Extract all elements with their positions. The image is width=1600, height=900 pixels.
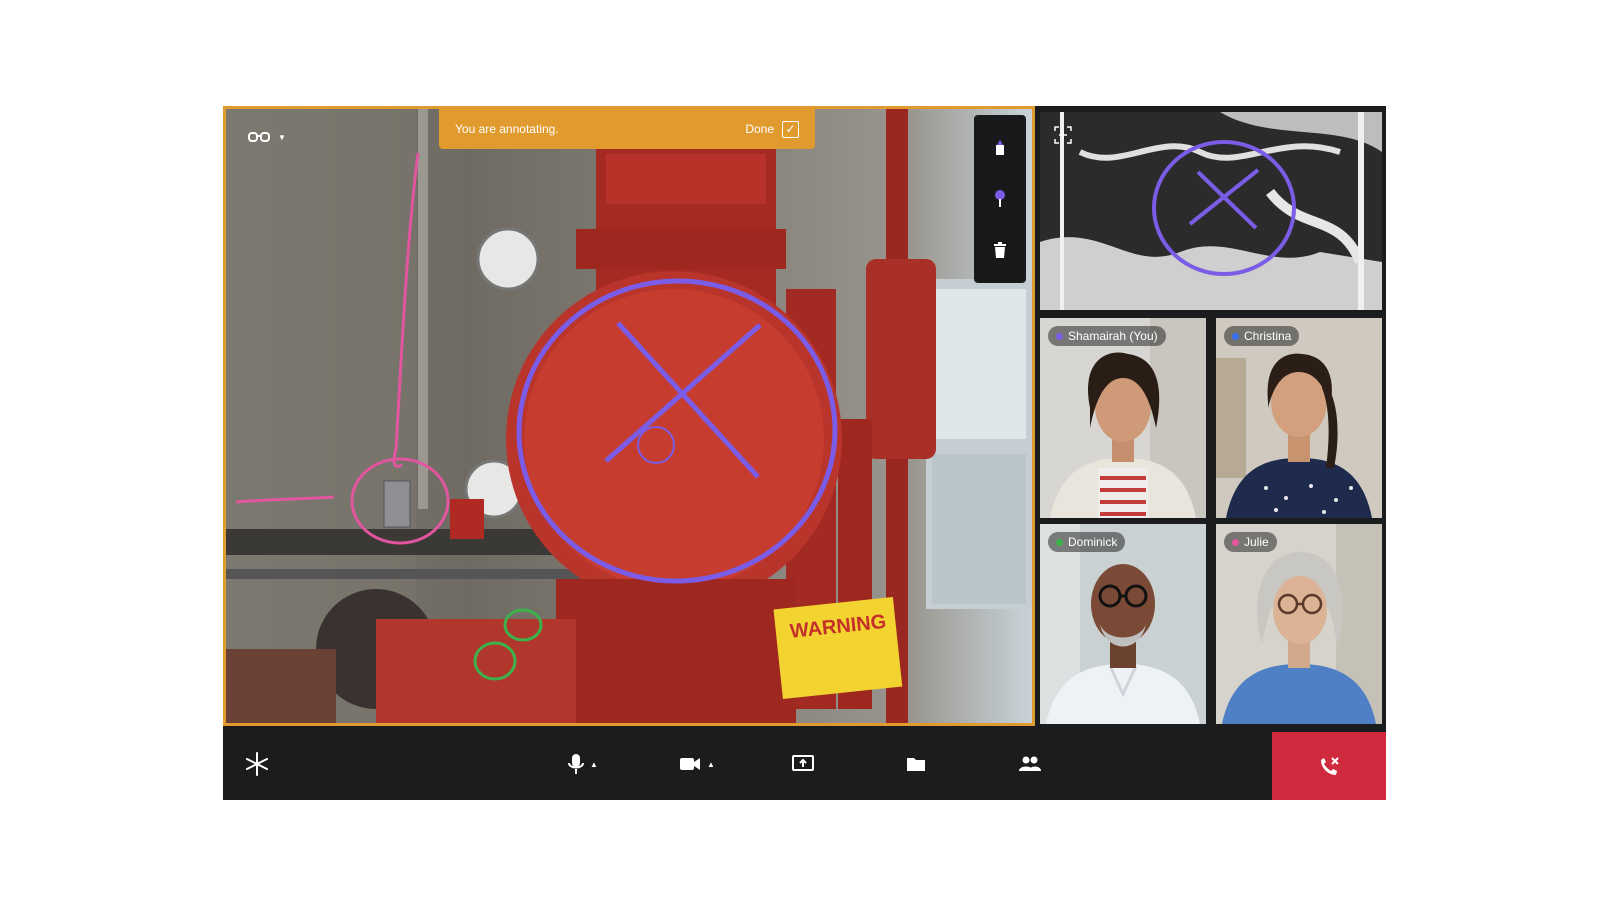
end-call-icon (1321, 757, 1339, 775)
participant-color-dot (1232, 538, 1239, 546)
participant-tile[interactable]: Shamairah (You) (1040, 318, 1206, 518)
done-label: Done (745, 122, 774, 136)
microphone-icon (568, 754, 584, 774)
annotating-message: You are annotating. (455, 122, 559, 136)
participant-name: Christina (1244, 329, 1292, 343)
participant-name: Dominick (1068, 535, 1118, 549)
pen-icon (996, 140, 1004, 156)
camera-icon (680, 758, 700, 770)
participant-color-dot (1232, 332, 1239, 340)
delete-annotation-button[interactable] (986, 236, 1014, 264)
share-screen-icon (792, 755, 814, 771)
participant-tile[interactable]: Dominick (1040, 524, 1206, 724)
main-video-feed[interactable]: WARNING You are annotating. Done ✓ ▼ (223, 106, 1035, 726)
people-icon (1019, 756, 1041, 771)
files-button[interactable] (906, 750, 926, 778)
participants-button[interactable] (1019, 750, 1041, 778)
folder-icon (907, 758, 925, 771)
annotation-preview[interactable] (1040, 112, 1382, 310)
annotation-preview-scene (1040, 112, 1382, 310)
end-call-button[interactable] (1272, 732, 1386, 800)
check-icon: ✓ (782, 120, 799, 138)
trash-icon (994, 241, 1006, 258)
video-scene: WARNING (226, 109, 1032, 723)
participant-name: Shamairah (You) (1068, 329, 1158, 343)
pin-icon (995, 189, 1005, 207)
pin-tool-button[interactable] (986, 185, 1014, 213)
microphone-options-caret[interactable]: ▲ (590, 760, 598, 769)
share-screen-button[interactable] (792, 750, 814, 778)
annotating-banner: You are annotating. Done ✓ (439, 109, 815, 149)
participant-color-dot (1056, 538, 1063, 546)
logo-icon (246, 752, 268, 776)
glasses-icon (248, 132, 270, 142)
app-menu-button[interactable] (243, 750, 271, 778)
participant-name-tag: Christina (1224, 326, 1300, 346)
chevron-down-icon: ▼ (278, 132, 286, 142)
annotation-toolbar (974, 115, 1026, 283)
video-call-window: WARNING You are annotating. Done ✓ ▼ Sha… (223, 106, 1386, 800)
participant-name: Julie (1244, 535, 1269, 549)
participant-name-tag: Julie (1224, 532, 1277, 552)
participant-video (1040, 524, 1206, 724)
participant-video (1216, 524, 1382, 724)
participant-name-tag: Shamairah (You) (1048, 326, 1166, 346)
participant-tile[interactable]: Julie (1216, 524, 1382, 724)
participant-tile[interactable]: Christina (1216, 318, 1382, 518)
camera-options-caret[interactable]: ▲ (707, 760, 715, 769)
call-controls-bar: ▲ ▲ (223, 726, 1386, 800)
participant-color-dot (1056, 332, 1063, 340)
participant-video (1040, 318, 1206, 518)
done-button[interactable]: Done ✓ (745, 120, 799, 138)
participant-name-tag: Dominick (1048, 532, 1126, 552)
microphone-button[interactable]: ▲ (568, 750, 598, 778)
move-icon[interactable] (1054, 126, 1072, 144)
camera-button[interactable]: ▲ (679, 750, 715, 778)
pen-tool-button[interactable] (986, 134, 1014, 162)
view-mode-selector[interactable]: ▼ (248, 131, 286, 143)
participant-video (1216, 318, 1382, 518)
